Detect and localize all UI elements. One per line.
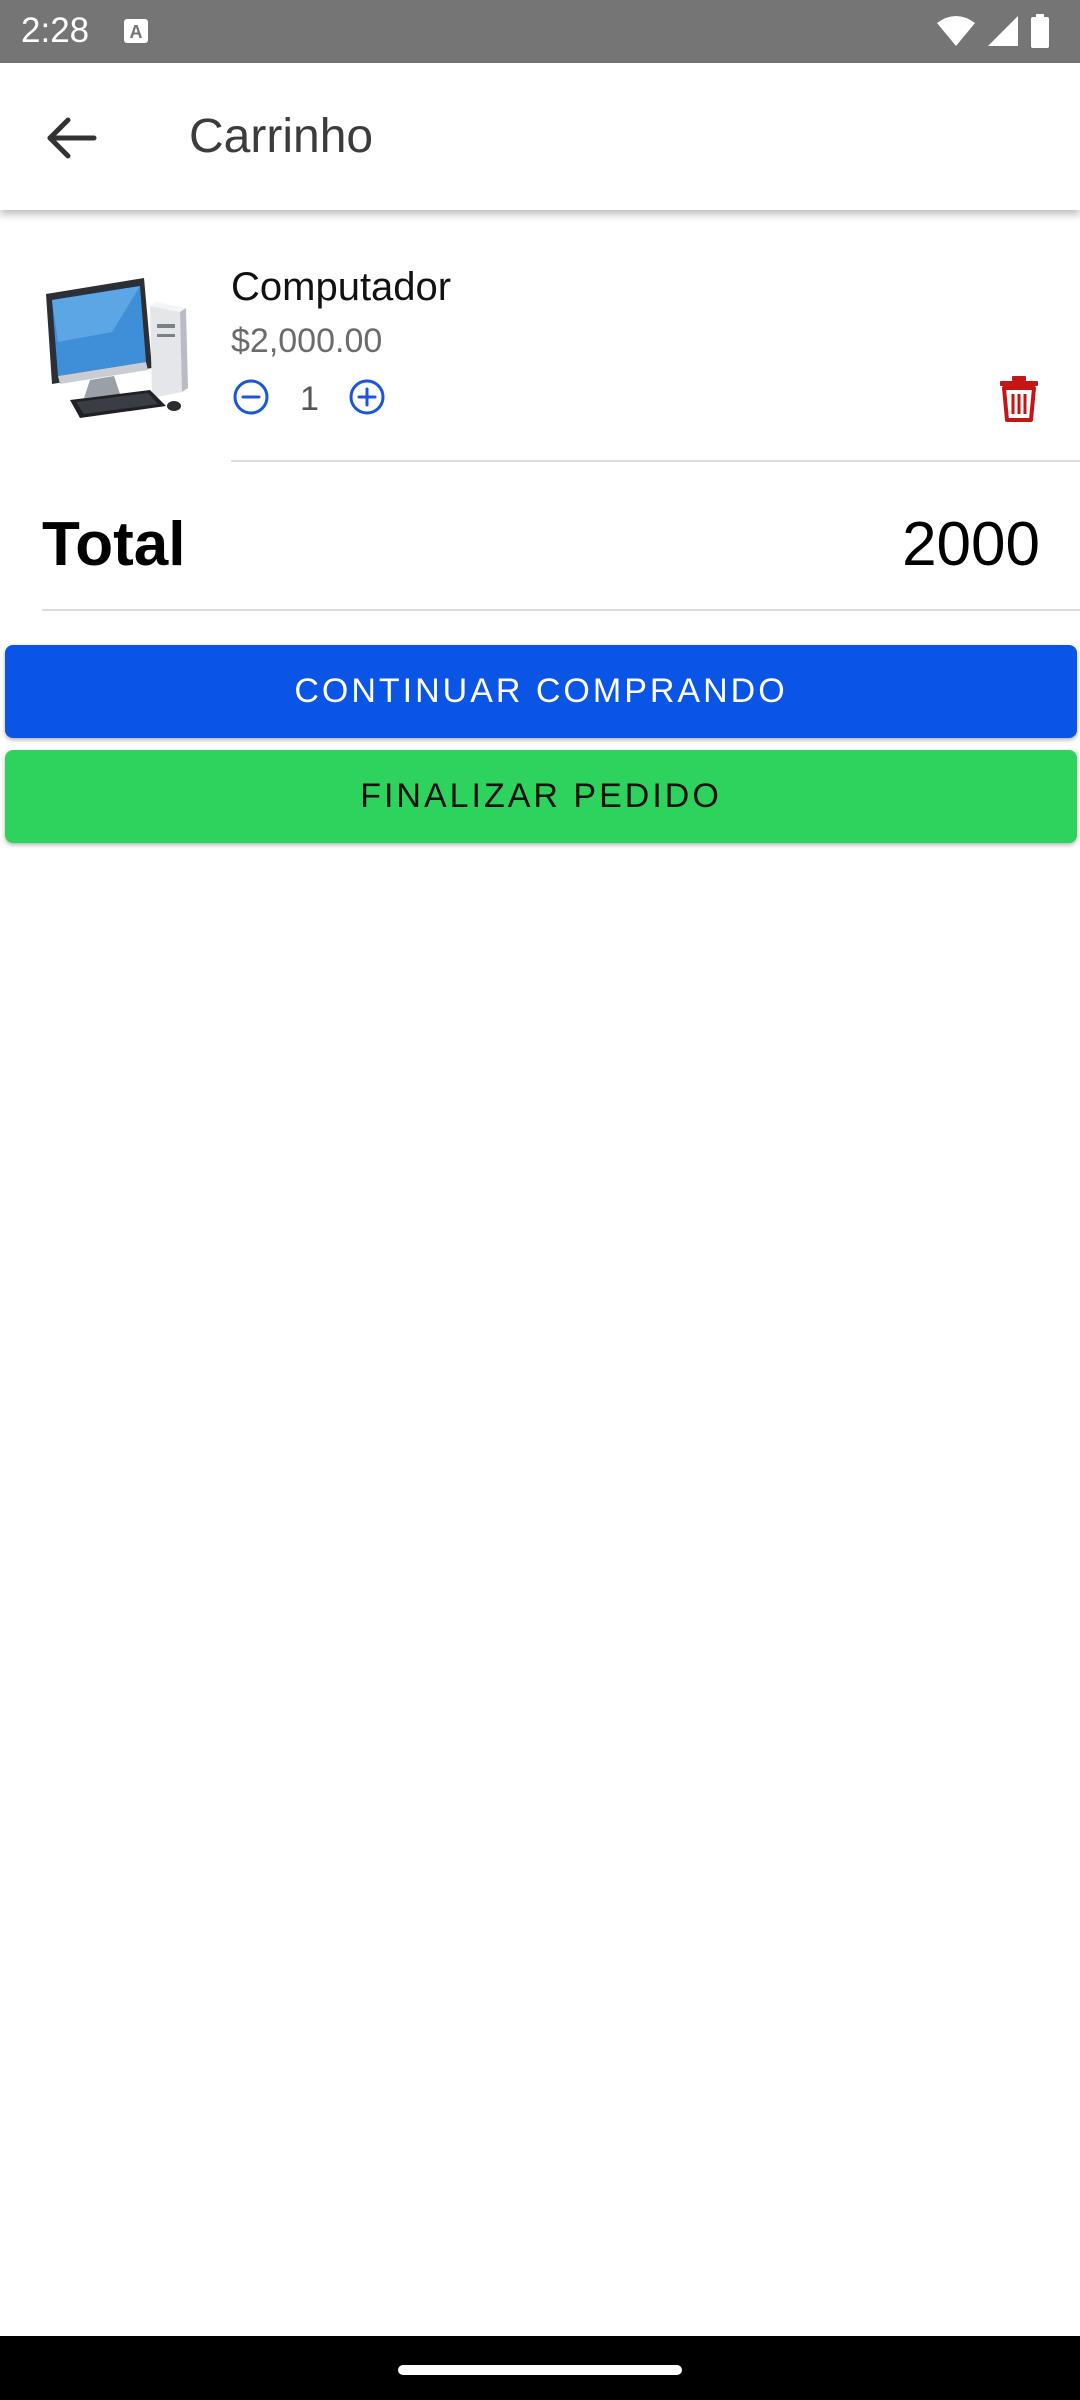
total-label: Total — [42, 510, 186, 579]
finish-order-button[interactable]: FINALIZAR PEDIDO — [5, 750, 1077, 843]
product-price: $2,000.00 — [231, 322, 383, 360]
page-title: Carrinho — [189, 110, 374, 163]
battery-icon — [1031, 14, 1049, 48]
cart-item: Computador $2,000.00 1 — [0, 232, 1080, 462]
trash-icon[interactable] — [997, 374, 1041, 422]
navigation-bar — [0, 2336, 1080, 2400]
svg-text:A: A — [130, 22, 143, 42]
back-button[interactable] — [32, 103, 112, 173]
app-bar: Carrinho — [0, 63, 1080, 210]
decrease-quantity-button[interactable] — [231, 377, 271, 417]
total-value: 2000 — [902, 510, 1040, 579]
product-name: Computador — [231, 265, 452, 309]
total-row: Total 2000 — [42, 500, 1040, 590]
status-time: 2:28 — [21, 11, 90, 50]
computer-product-image — [46, 278, 188, 418]
item-divider — [231, 460, 1080, 462]
status-bar: 2:28 A — [0, 0, 1080, 63]
quantity-value: 1 — [300, 380, 319, 418]
home-gesture-handle[interactable] — [398, 2365, 682, 2375]
total-divider — [42, 609, 1080, 611]
status-icons — [936, 14, 1050, 48]
increase-quantity-button[interactable] — [347, 377, 387, 417]
continue-shopping-button[interactable]: CONTINUAR COMPRANDO — [5, 645, 1077, 738]
arrow-back-icon — [47, 117, 97, 159]
a-notification-icon: A — [124, 19, 148, 43]
cellular-signal-icon — [988, 16, 1018, 46]
wifi-icon — [937, 16, 975, 46]
